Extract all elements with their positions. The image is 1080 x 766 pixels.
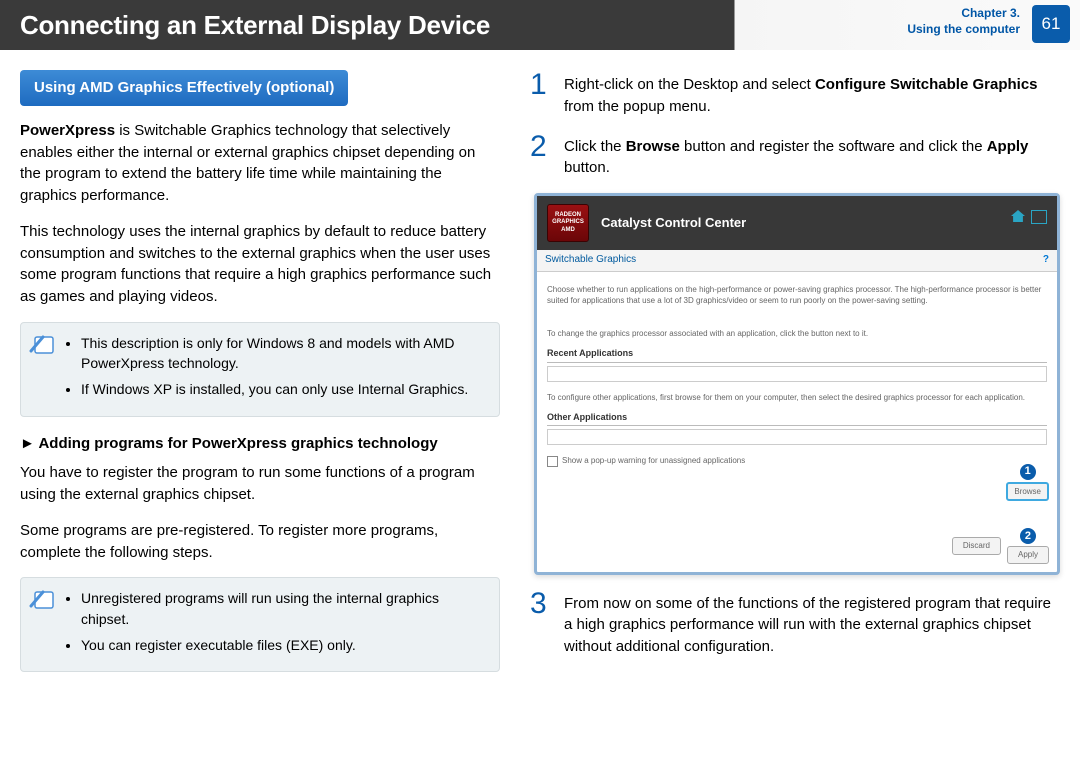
ccc-body: Choose whether to run applications on th…	[537, 272, 1057, 572]
ccc-tab-bar: Switchable Graphics ?	[537, 250, 1057, 272]
home-icon[interactable]	[1011, 210, 1025, 222]
note1-item2: If Windows XP is installed, you can only…	[81, 379, 487, 399]
popup-warning-label: Show a pop-up warning for unassigned app…	[562, 455, 745, 466]
step-number-3: 3	[530, 589, 552, 658]
powerxpress-term: PowerXpress	[20, 122, 115, 139]
note2-item1: Unregistered programs will run using the…	[81, 588, 487, 629]
other-apps-label: Other Applications	[547, 411, 1047, 427]
popup-warning-checkbox[interactable]	[547, 456, 558, 467]
ccc-desc-3: To configure other applications, first b…	[547, 392, 1047, 403]
step-2: 2 Click the Browse button and register t…	[530, 132, 1060, 180]
popup-warning-checkbox-row: Show a pop-up warning for unassigned app…	[547, 455, 1047, 466]
browse-button[interactable]: Browse	[1006, 482, 1049, 501]
callout-1: 1	[1020, 464, 1036, 480]
note-icon	[29, 331, 57, 357]
discard-button[interactable]: Discard	[952, 537, 1001, 554]
note2-item2: You can register executable files (EXE) …	[81, 635, 487, 655]
browse-callout-group: 1 Browse	[1006, 464, 1049, 501]
step-number-2: 2	[530, 132, 552, 180]
callout-2: 2	[1020, 528, 1036, 544]
paragraph-2: This technology uses the internal graphi…	[20, 221, 500, 308]
page-header: Connecting an External Display Device Ch…	[0, 0, 1080, 50]
left-column: Using AMD Graphics Effectively (optional…	[20, 70, 500, 684]
grid-icon[interactable]	[1031, 210, 1047, 224]
chapter-label: Chapter 3. Using the computer	[907, 6, 1020, 37]
page-title: Connecting an External Display Device	[20, 10, 490, 41]
apply-button[interactable]: Apply	[1007, 546, 1049, 563]
step-3: 3 From now on some of the functions of t…	[530, 589, 1060, 658]
paragraph-1: PowerXpress is Switchable Graphics techn…	[20, 120, 500, 207]
step-1: 1 Right-click on the Desktop and select …	[530, 70, 1060, 118]
ccc-footer: Discard 2 Apply	[952, 528, 1049, 563]
step-3-text: From now on some of the functions of the…	[564, 589, 1060, 658]
chapter-line2: Using the computer	[907, 22, 1020, 38]
tab-switchable-graphics[interactable]: Switchable Graphics	[545, 253, 636, 268]
help-icon[interactable]: ?	[1043, 253, 1049, 268]
ccc-desc-1: Choose whether to run applications on th…	[547, 284, 1047, 306]
amd-radeon-logo: RADEON GRAPHICS AMD	[547, 204, 589, 242]
page-number: 61	[1032, 5, 1070, 43]
sub-heading: ► Adding programs for PowerXpress graphi…	[20, 433, 500, 455]
catalyst-screenshot: RADEON GRAPHICS AMD Catalyst Control Cen…	[534, 193, 1060, 575]
step-2-text: Click the Browse button and register the…	[564, 132, 1060, 180]
ccc-window-title: Catalyst Control Center	[601, 214, 746, 233]
note-box-2: Unregistered programs will run using the…	[20, 577, 500, 672]
ccc-header: RADEON GRAPHICS AMD Catalyst Control Cen…	[537, 196, 1057, 250]
note1-item1: This description is only for Windows 8 a…	[81, 333, 487, 374]
step-number-1: 1	[530, 70, 552, 118]
ccc-desc-2: To change the graphics processor associa…	[547, 328, 1047, 339]
other-apps-list[interactable]	[547, 429, 1047, 445]
apply-callout-group: 2 Apply	[1007, 528, 1049, 563]
step-1-text: Right-click on the Desktop and select Co…	[564, 70, 1060, 118]
note-box-1: This description is only for Windows 8 a…	[20, 322, 500, 417]
recent-apps-label: Recent Applications	[547, 347, 1047, 363]
paragraph-3: You have to register the program to run …	[20, 462, 500, 506]
right-column: 1 Right-click on the Desktop and select …	[530, 70, 1060, 684]
paragraph-4: Some programs are pre-registered. To reg…	[20, 520, 500, 564]
recent-apps-list[interactable]	[547, 366, 1047, 382]
section-heading: Using AMD Graphics Effectively (optional…	[20, 70, 348, 106]
chapter-line1: Chapter 3.	[907, 6, 1020, 22]
note-icon	[29, 586, 57, 612]
